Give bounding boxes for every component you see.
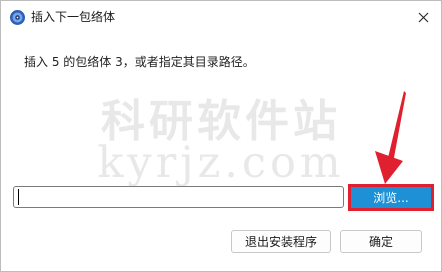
watermark-line-1: 科研软件站 (101, 96, 341, 147)
window-title: 插入下一包络体 (31, 10, 116, 24)
ok-button[interactable]: 确定 (340, 230, 422, 253)
directory-path-input[interactable] (13, 186, 344, 208)
dialog-message: 插入 5 的包络体 3，或者指定其目录路径。 (24, 55, 255, 69)
watermark-line-2: kyrjz.com (97, 138, 345, 188)
text-caret (18, 189, 19, 205)
installer-dialog: 插入下一包络体 插入 5 的包络体 3，或者指定其目录路径。 科研软件站 kyr… (0, 0, 442, 272)
installer-disc-icon (10, 10, 25, 25)
close-button[interactable] (405, 1, 441, 33)
close-icon (418, 12, 428, 22)
browse-button[interactable]: 浏览... (351, 187, 431, 208)
title-bar: 插入下一包络体 (1, 1, 441, 33)
exit-setup-button[interactable]: 退出安装程序 (231, 230, 331, 253)
